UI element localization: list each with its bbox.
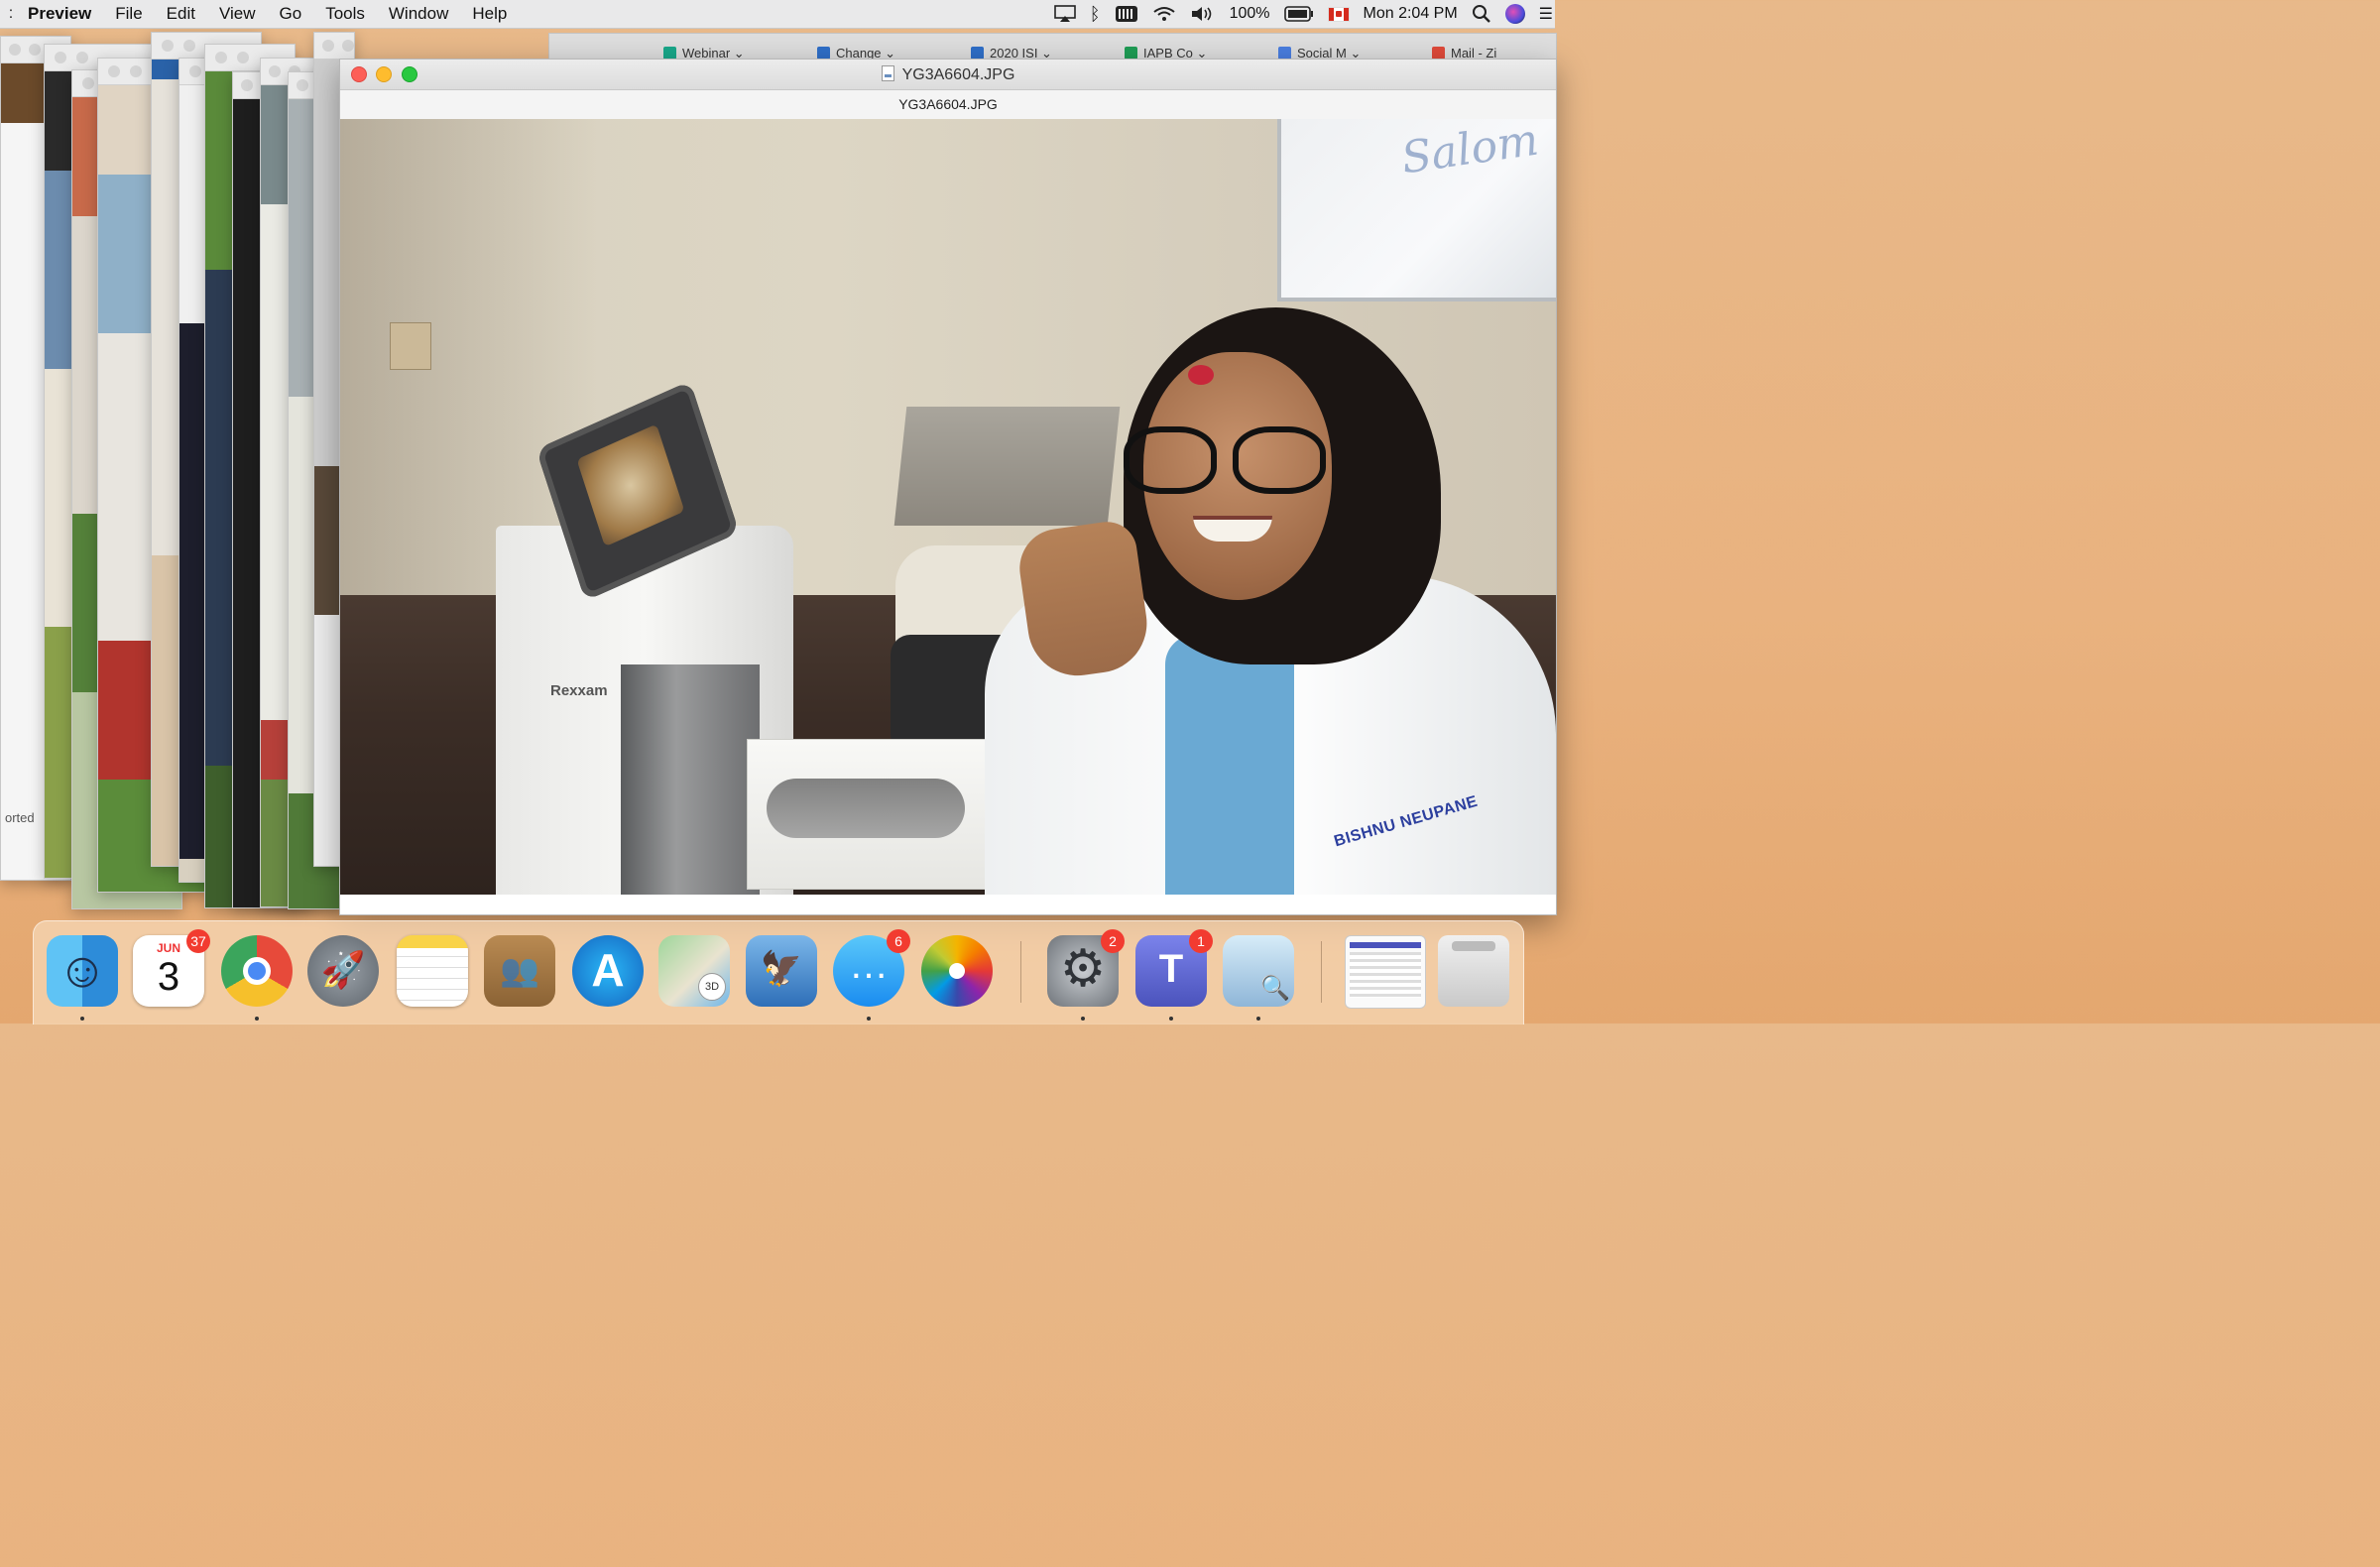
dock-messages-icon[interactable]: 6: [833, 929, 910, 1021]
running-indicator: [1169, 1017, 1173, 1021]
apple-menu-icon[interactable]: :: [0, 5, 22, 23]
photo-wall-socket: [390, 322, 431, 370]
dock-app-store-icon[interactable]: [572, 935, 644, 1007]
dock-system-preferences-icon[interactable]: 2: [1047, 929, 1125, 1021]
keyboard-icon[interactable]: [1115, 5, 1138, 23]
dock-teams-icon[interactable]: 1: [1135, 929, 1213, 1021]
window-title-text: YG3A6604.JPG: [901, 66, 1015, 83]
teams-badge: 1: [1189, 929, 1213, 953]
photo-device-brand: Rexxam: [550, 682, 608, 699]
photo-glasses: [1124, 426, 1332, 494]
menu-clock[interactable]: Mon 2:04 PM: [1364, 5, 1458, 23]
menu-window[interactable]: Window: [377, 4, 460, 24]
menu-bar: : Preview File Edit View Go Tools Window…: [0, 0, 1555, 29]
notification-center-icon[interactable]: ☰: [1539, 4, 1553, 24]
menu-tools[interactable]: Tools: [313, 4, 377, 24]
siri-icon[interactable]: [1504, 4, 1525, 24]
wifi-icon[interactable]: [1152, 5, 1176, 23]
volume-icon[interactable]: [1190, 5, 1216, 23]
photo-lenses: [767, 779, 965, 838]
document-subtitle: YG3A6604.JPG: [340, 90, 1556, 120]
menu-view[interactable]: View: [207, 4, 268, 24]
menu-edit[interactable]: Edit: [155, 4, 207, 24]
photo-document-tray: [893, 407, 1121, 526]
photo-bindi: [1188, 365, 1214, 385]
status-area: ᛒ 100% Mon 2:04 PM ☰: [1053, 0, 1555, 28]
photo-image[interactable]: Salom Rexxam BISHNU NEUPANE: [340, 119, 1556, 895]
document-icon[interactable]: [881, 65, 894, 81]
system-preferences-badge: 2: [1101, 929, 1125, 953]
dock-photos-icon[interactable]: [921, 935, 993, 1007]
preview-window: YG3A6604.JPG YG3A6604.JPG Salom Rexxam B…: [339, 59, 1557, 915]
airplay-icon[interactable]: [1053, 5, 1076, 23]
calendar-day: 3: [157, 955, 180, 999]
background-window-text: orted: [5, 810, 35, 825]
calendar-badge: 37: [186, 929, 210, 953]
input-source-flag-icon[interactable]: [1327, 6, 1350, 22]
running-indicator: [1256, 1017, 1260, 1021]
menu-help[interactable]: Help: [460, 4, 519, 24]
window-title: YG3A6604.JPG: [340, 65, 1556, 84]
running-indicator: [80, 1017, 84, 1021]
dock-separator: [1321, 941, 1322, 1003]
running-indicator: [255, 1017, 259, 1021]
menu-file[interactable]: File: [103, 4, 154, 24]
battery-icon[interactable]: [1283, 6, 1314, 22]
dock-chrome-icon[interactable]: [221, 935, 293, 1021]
dock-contacts-icon[interactable]: [484, 935, 555, 1007]
running-indicator: [1081, 1017, 1085, 1021]
dock-trash-icon[interactable]: [1438, 935, 1509, 1007]
dock-launchpad-icon[interactable]: [307, 935, 379, 1007]
dock-maps-icon[interactable]: [658, 935, 730, 1007]
photo-blue-shirt: [1165, 635, 1294, 895]
bluetooth-icon[interactable]: ᛒ: [1090, 4, 1101, 25]
dock-calendar-icon[interactable]: JUN 3 37: [133, 929, 210, 1007]
dock: JUN 3 37 6 2 1: [33, 920, 1524, 1025]
menu-go[interactable]: Go: [268, 4, 314, 24]
dock-mail-icon[interactable]: [746, 935, 817, 1007]
messages-badge: 6: [887, 929, 910, 953]
photo-lensometer-stand: [621, 664, 760, 895]
battery-percent[interactable]: 100%: [1230, 5, 1270, 23]
dock-preview-icon[interactable]: [1223, 935, 1294, 1021]
menu-app-name[interactable]: Preview: [22, 4, 103, 24]
dock-separator: [1020, 941, 1021, 1003]
dock-notes-icon[interactable]: [397, 935, 468, 1007]
dock-finder-icon[interactable]: [47, 935, 118, 1021]
title-bar[interactable]: YG3A6604.JPG: [340, 60, 1556, 90]
spotlight-search-icon[interactable]: [1472, 4, 1491, 24]
running-indicator: [867, 1017, 871, 1021]
dock-minimized-window-icon[interactable]: [1345, 935, 1426, 1009]
